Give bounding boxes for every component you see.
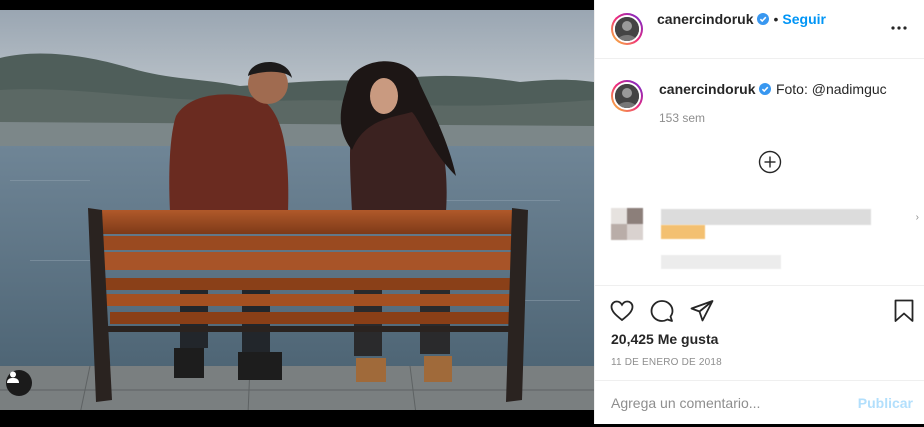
- paper-plane-icon: [690, 300, 714, 322]
- publish-button[interactable]: Publicar: [858, 395, 913, 411]
- blurred-comment-text: [661, 209, 871, 225]
- avatar-image: [615, 84, 639, 108]
- post-header: canercindoruk • Seguir: [595, 0, 924, 59]
- blurred-comment-emoji: [661, 225, 705, 239]
- save-button[interactable]: [891, 298, 917, 324]
- likes-count[interactable]: 20,425 Me gusta: [611, 331, 718, 347]
- post-side-panel: canercindoruk • Seguir canercindoruk Foto:…: [594, 0, 924, 424]
- caption-text: Foto: @nadimguc: [775, 81, 887, 97]
- separator-dot: •: [773, 11, 779, 27]
- verified-badge-icon: [757, 13, 770, 25]
- verified-badge-icon: [759, 83, 772, 95]
- bookmark-icon: [894, 299, 914, 322]
- post-date[interactable]: 11 DE ENERO DE 2018: [611, 357, 722, 368]
- header-username[interactable]: canercindoruk: [657, 11, 753, 27]
- user-tag-button[interactable]: [6, 370, 32, 396]
- caption-avatar[interactable]: [611, 80, 643, 112]
- plus-circle-icon: [758, 150, 782, 174]
- blurred-comment-avatar: [611, 208, 643, 240]
- post-actions: 20,425 Me gusta 11 DE ENERO DE 2018 Publ…: [595, 285, 924, 426]
- blurred-comment-meta: [661, 255, 781, 269]
- more-options-icon: [891, 26, 907, 30]
- caption: canercindoruk Foto: @nadimguc: [659, 80, 887, 99]
- follow-button[interactable]: Seguir: [782, 11, 826, 27]
- post-photo[interactable]: [0, 0, 594, 424]
- caption-username[interactable]: canercindoruk: [659, 81, 755, 97]
- photo-image: [0, 0, 594, 424]
- chevron-right-icon[interactable]: ›: [916, 212, 919, 223]
- load-more-comments-button[interactable]: [758, 150, 782, 174]
- avatar[interactable]: [611, 13, 643, 45]
- comment-input[interactable]: [611, 395, 841, 411]
- more-options-button[interactable]: [889, 18, 909, 38]
- avatar-image: [615, 17, 639, 41]
- user-tag-icon: [7, 371, 19, 383]
- comment-button[interactable]: [649, 298, 675, 324]
- heart-icon: [610, 300, 634, 322]
- like-button[interactable]: [609, 298, 635, 324]
- comment-icon: [650, 300, 674, 322]
- comment-bar: Publicar: [595, 380, 924, 427]
- share-button[interactable]: [689, 298, 715, 324]
- caption-time-ago: 153 sem: [659, 111, 706, 125]
